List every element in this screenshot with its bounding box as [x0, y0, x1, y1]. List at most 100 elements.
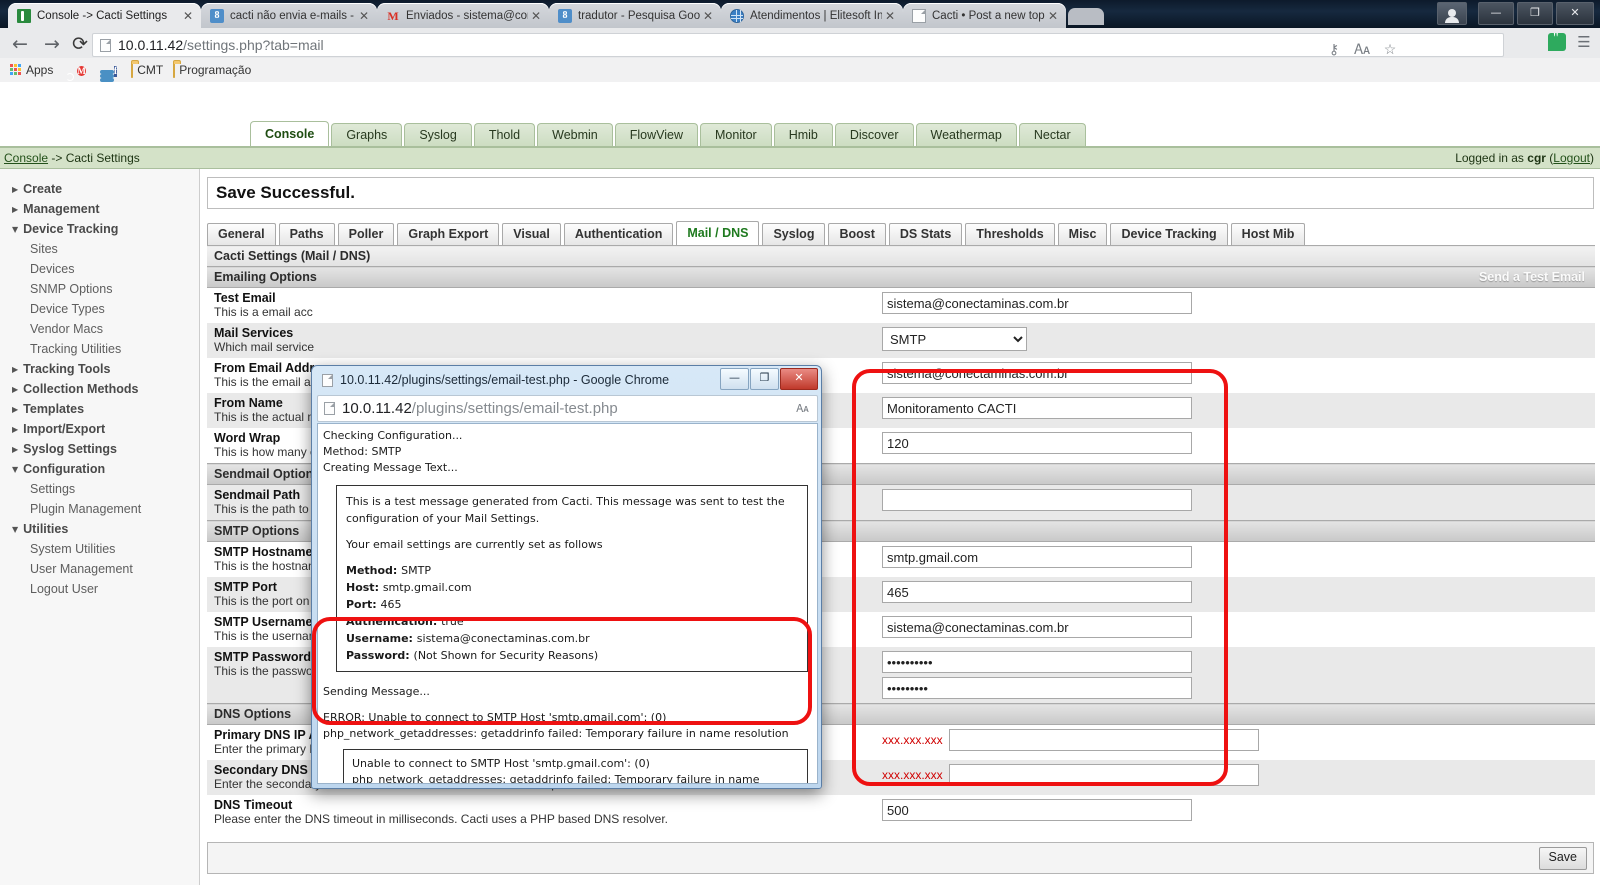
logout-link[interactable]: Logout [1553, 151, 1590, 165]
browser-tab-4[interactable]: 8 tradutor - Pesquisa Googl ✕ [549, 3, 721, 28]
input-secondary-dns-ip-address[interactable] [948, 764, 1259, 786]
input-smtp-hostname[interactable] [882, 546, 1192, 568]
address-bar[interactable]: 10.0.11.42/settings.php?tab=mail ⚷ 🗛 ☆ [92, 33, 1504, 57]
save-button[interactable]: Save [1538, 846, 1587, 870]
star-icon[interactable]: ☆ [1381, 40, 1399, 58]
sidebar-item-settings[interactable]: Settings [0, 479, 199, 499]
settings-tab-general[interactable]: General [207, 223, 276, 245]
sidebar-group-tracking-tools[interactable]: ▶ Tracking Tools [0, 359, 199, 379]
popup-address-bar[interactable]: 10.0.11.42/plugins/settings/email-test.p… [317, 395, 818, 422]
input-smtp-port[interactable] [882, 581, 1192, 603]
tab-close-icon[interactable]: ✕ [882, 8, 898, 24]
settings-tab-mail-dns[interactable]: Mail / DNS [676, 221, 760, 245]
sidebar-group-import-export[interactable]: ▶ Import/Export [0, 419, 199, 439]
input-test-email[interactable] [882, 292, 1192, 314]
input-sendmail-path[interactable] [882, 489, 1192, 511]
browser-tab-3[interactable]: M Enviados - sistema@cone ✕ [377, 3, 549, 28]
nav-tab-monitor[interactable]: Monitor [700, 123, 772, 148]
settings-tab-ds-stats[interactable]: DS Stats [888, 223, 963, 245]
sidebar-item-tracking-utilities[interactable]: Tracking Utilities [0, 339, 199, 359]
sidebar-group-create[interactable]: ▶ Create [0, 179, 199, 199]
input-dns-timeout[interactable] [882, 799, 1192, 821]
input-smtp-password[interactable] [882, 651, 1192, 673]
sidebar-item-vendor-macs[interactable]: Vendor Macs [0, 319, 199, 339]
profile-button[interactable] [1437, 2, 1467, 25]
input-word-wrap[interactable] [882, 432, 1192, 454]
input-smtp-username[interactable] [882, 616, 1192, 638]
settings-tab-boost[interactable]: Boost [828, 223, 886, 245]
sidebar-item-devices[interactable]: Devices [0, 259, 199, 279]
maximize-button[interactable]: ❐ [1517, 2, 1553, 25]
bookmark-gmail-badge-icon[interactable]: M [77, 63, 90, 78]
sidebar-item-device-types[interactable]: Device Types [0, 299, 199, 319]
popup-translate-icon[interactable]: 🗛 [795, 402, 810, 417]
minimize-button[interactable]: — [1478, 2, 1514, 25]
popup-close-button[interactable]: ✕ [780, 368, 818, 390]
browser-tab-1[interactable]: Console -> Cacti Settings ✕ [8, 3, 201, 28]
nav-tab-discover[interactable]: Discover [834, 123, 914, 148]
back-button[interactable]: ← [8, 32, 32, 56]
tab-close-icon[interactable]: ✕ [1045, 8, 1061, 24]
sidebar-group-templates[interactable]: ▶ Templates [0, 399, 199, 419]
settings-tab-misc[interactable]: Misc [1057, 223, 1108, 245]
sidebar-item-snmp-options[interactable]: SNMP Options [0, 279, 199, 299]
popup-minimize-button[interactable]: — [720, 368, 749, 390]
sidebar-item-sites[interactable]: Sites [0, 239, 199, 259]
close-button[interactable]: ✕ [1556, 2, 1594, 25]
input-primary-dns-ip-address[interactable] [948, 729, 1259, 751]
tab-close-icon[interactable]: ✕ [528, 8, 544, 24]
key-icon[interactable]: ⚷ [1325, 40, 1343, 58]
new-tab-button[interactable] [1068, 8, 1104, 25]
nav-tab-syslog[interactable]: Syslog [404, 123, 472, 148]
nav-tab-webmin[interactable]: Webmin [537, 123, 613, 148]
bookmark-facebook-icon[interactable]: f [113, 63, 121, 78]
reload-button[interactable]: ⟳ [68, 32, 92, 56]
settings-tab-visual[interactable]: Visual [502, 223, 561, 245]
sidebar-group-syslog-settings[interactable]: ▶ Syslog Settings [0, 439, 199, 459]
breadcrumb-console-link[interactable]: Console [4, 151, 48, 165]
sidebar-group-configuration[interactable]: ▼ Configuration [0, 459, 199, 479]
popup-maximize-button[interactable]: ❐ [750, 368, 779, 390]
nav-tab-nectar[interactable]: Nectar [1018, 123, 1086, 148]
settings-tab-graph-export[interactable]: Graph Export [397, 223, 500, 245]
hangouts-icon[interactable] [1548, 31, 1566, 51]
sidebar-item-plugin-management[interactable]: Plugin Management [0, 499, 199, 519]
input-from-name[interactable] [882, 397, 1192, 419]
sidebar-item-user-management[interactable]: User Management [0, 559, 199, 579]
input-smtp-password-confirm[interactable] [882, 677, 1192, 699]
forward-button[interactable]: → [40, 32, 64, 56]
send-test-email-link[interactable]: Send a Test Email [1479, 270, 1585, 284]
sidebar-item-system-utilities[interactable]: System Utilities [0, 539, 199, 559]
nav-tab-flowview[interactable]: FlowView [614, 123, 699, 148]
settings-tab-device-tracking[interactable]: Device Tracking [1110, 223, 1228, 245]
nav-tab-console[interactable]: Console [250, 121, 330, 148]
browser-tab-5[interactable]: Atendimentos | Elitesoft In ✕ [721, 3, 903, 28]
bookmark-programa--o[interactable]: Programação [173, 62, 251, 78]
tab-close-icon[interactable]: ✕ [180, 8, 196, 24]
input-from-email-addr[interactable] [882, 362, 1192, 384]
nav-tab-hmib[interactable]: Hmib [773, 123, 833, 148]
bookmark-cmt[interactable]: CMT [131, 62, 163, 78]
settings-tab-paths[interactable]: Paths [278, 223, 335, 245]
sidebar-group-utilities[interactable]: ▼ Utilities [0, 519, 199, 539]
settings-tab-syslog[interactable]: Syslog [762, 223, 826, 245]
select-mail-services[interactable]: SMTP [882, 327, 1027, 351]
sidebar-item-logout-user[interactable]: Logout User [0, 579, 199, 599]
sidebar-group-management[interactable]: ▶ Management [0, 199, 199, 219]
settings-tab-poller[interactable]: Poller [337, 223, 395, 245]
menu-icon[interactable]: ☰ [1574, 32, 1594, 52]
sidebar-group-collection-methods[interactable]: ▶ Collection Methods [0, 379, 199, 399]
tab-close-icon[interactable]: ✕ [700, 8, 716, 24]
settings-tab-authentication[interactable]: Authentication [563, 223, 674, 245]
sidebar-group-device-tracking[interactable]: ▼ Device Tracking [0, 219, 199, 239]
nav-tab-thold[interactable]: Thold [473, 123, 536, 148]
bookmark-apps[interactable]: Apps [10, 63, 53, 77]
nav-tab-weathermap[interactable]: Weathermap [915, 123, 1017, 148]
tab-close-icon[interactable]: ✕ [356, 8, 372, 24]
translate-icon[interactable]: 🗛 [1353, 40, 1371, 58]
settings-tab-host-mib[interactable]: Host Mib [1230, 223, 1306, 245]
settings-tab-thresholds[interactable]: Thresholds [965, 223, 1055, 245]
browser-tab-6[interactable]: Cacti • Post a new topic ✕ [903, 3, 1066, 28]
browser-tab-2[interactable]: 8 cacti não envia e-mails - P ✕ [201, 3, 377, 28]
nav-tab-graphs[interactable]: Graphs [331, 123, 403, 148]
